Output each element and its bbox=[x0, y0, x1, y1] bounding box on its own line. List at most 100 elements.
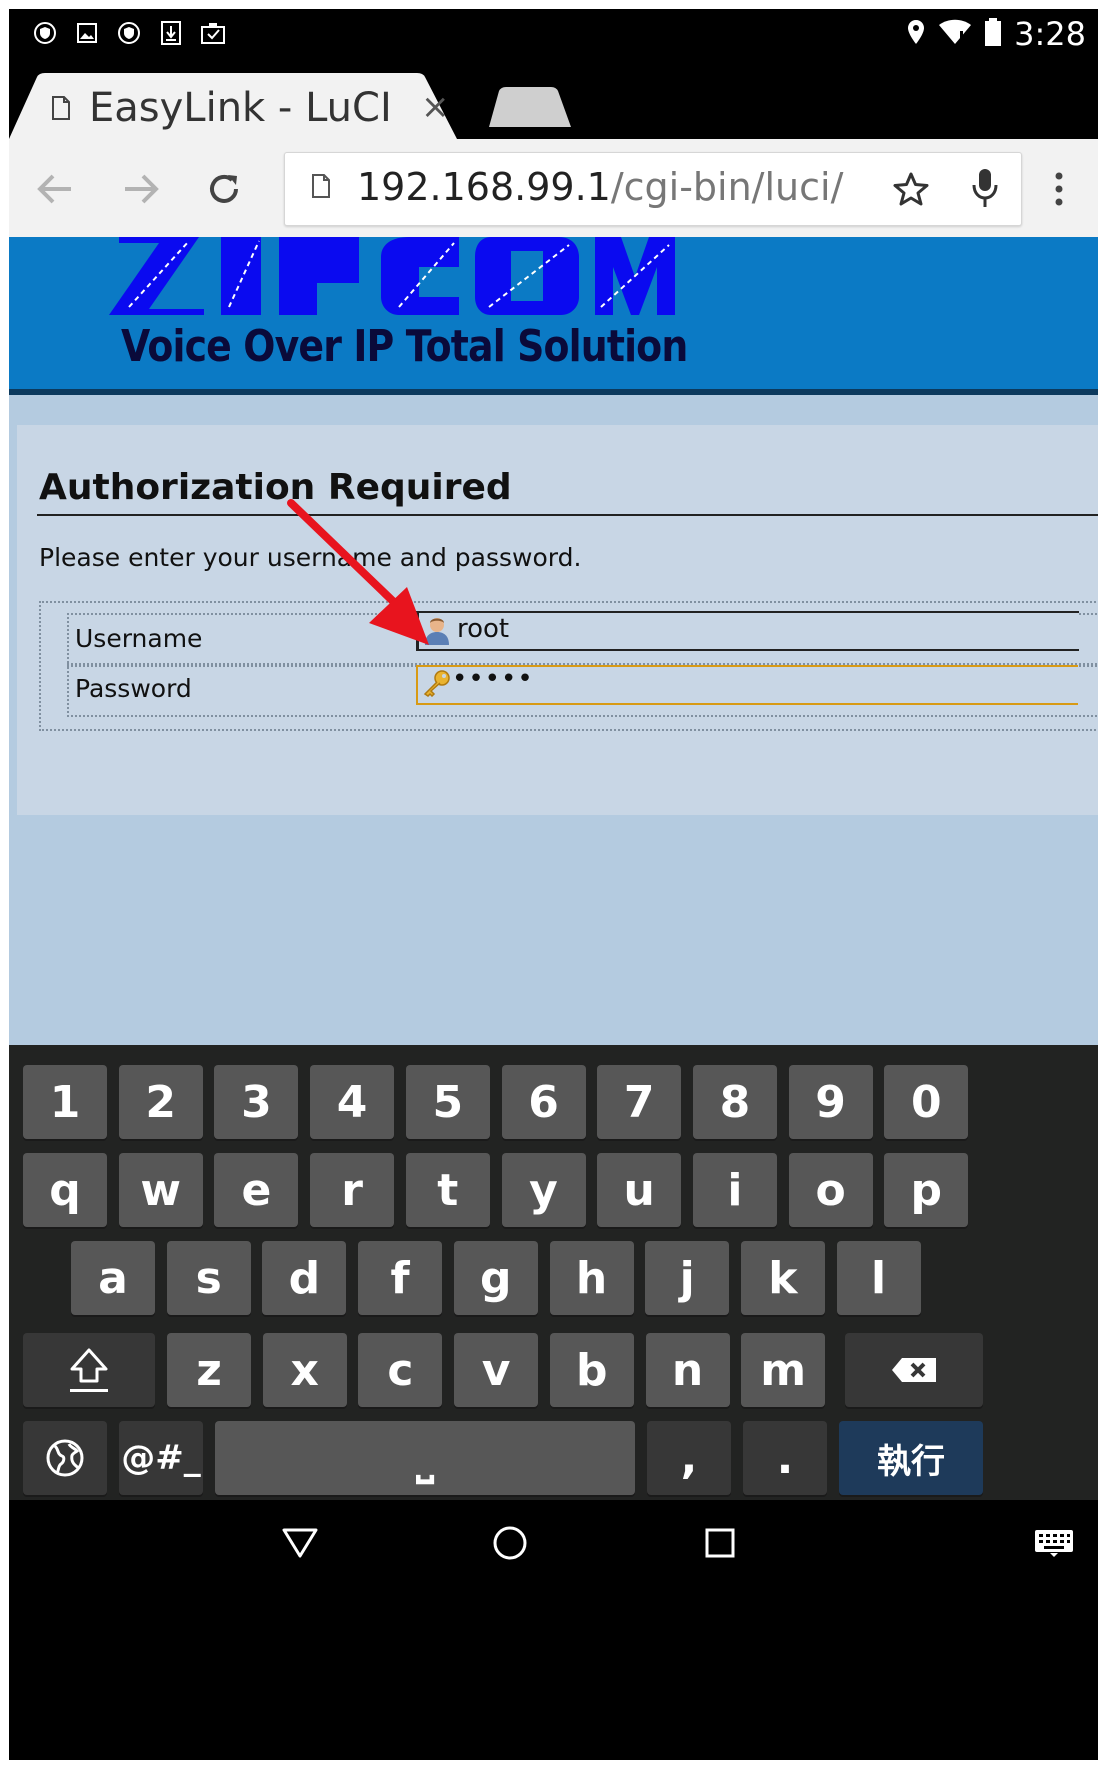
back-button[interactable] bbox=[25, 159, 85, 219]
bookmark-star-icon[interactable] bbox=[893, 171, 929, 211]
title-divider bbox=[37, 514, 1098, 516]
forward-button[interactable] bbox=[111, 159, 171, 219]
key-0[interactable]: 0 bbox=[884, 1065, 969, 1139]
web-page: Voice Over IP Total Solution Authorizati… bbox=[9, 237, 1098, 1169]
key-7[interactable]: 7 bbox=[597, 1065, 682, 1139]
key-1[interactable]: 1 bbox=[23, 1065, 107, 1139]
key-label: o bbox=[815, 1164, 846, 1216]
tab-close-icon[interactable]: × bbox=[421, 87, 450, 127]
key-x[interactable]: x bbox=[262, 1333, 347, 1407]
key-n[interactable]: n bbox=[645, 1333, 730, 1407]
period-key[interactable]: . bbox=[743, 1421, 827, 1495]
key-label: s bbox=[195, 1252, 222, 1304]
url-bar[interactable]: 192.168.99.1/cgi-bin/luci/ bbox=[284, 152, 1022, 226]
password-field[interactable]: ••••• bbox=[416, 664, 1078, 705]
key-t[interactable]: t bbox=[405, 1153, 490, 1227]
key-5[interactable]: 5 bbox=[405, 1065, 490, 1139]
action-key[interactable]: 執行 bbox=[839, 1421, 983, 1495]
key-i[interactable]: i bbox=[692, 1153, 777, 1227]
annotation-arrow bbox=[287, 499, 429, 645]
back-nav-icon[interactable] bbox=[275, 1518, 325, 1568]
tab-easylink[interactable]: EasyLink - LuCI × bbox=[9, 73, 489, 139]
banner-tagline: Voice Over IP Total Solution bbox=[121, 321, 688, 372]
symbols-key[interactable]: @#_ bbox=[119, 1421, 203, 1495]
comma-key-label: , bbox=[680, 1432, 698, 1484]
url-text: 192.168.99.1/cgi-bin/luci/ bbox=[357, 165, 843, 209]
username-field[interactable]: root bbox=[416, 611, 1079, 651]
key-label: x bbox=[290, 1344, 319, 1396]
key-m[interactable]: m bbox=[741, 1333, 826, 1407]
shield-icon bbox=[115, 19, 143, 47]
key-g[interactable]: g bbox=[453, 1241, 538, 1315]
key-6[interactable]: 6 bbox=[501, 1065, 586, 1139]
device-screen: 3:28 EasyLink - LuCI × 192.168.99.1/cgi-… bbox=[9, 9, 1098, 1760]
key-y[interactable]: y bbox=[501, 1153, 586, 1227]
period-key-label: . bbox=[776, 1432, 794, 1484]
battery-icon bbox=[984, 18, 1002, 50]
status-bar: 3:28 bbox=[9, 9, 1098, 63]
wifi-icon bbox=[938, 19, 972, 49]
key-label: g bbox=[480, 1252, 512, 1304]
key-r[interactable]: r bbox=[310, 1153, 395, 1227]
clipboard-icon bbox=[199, 19, 227, 47]
key-j[interactable]: j bbox=[645, 1241, 730, 1315]
key-c[interactable]: c bbox=[358, 1333, 443, 1407]
space-key[interactable]: ⎵ bbox=[215, 1421, 635, 1495]
key-h[interactable]: h bbox=[549, 1241, 634, 1315]
key-v[interactable]: v bbox=[454, 1333, 539, 1407]
key-label: d bbox=[288, 1252, 321, 1304]
key-e[interactable]: e bbox=[214, 1153, 299, 1227]
username-value: root bbox=[457, 614, 510, 644]
key-u[interactable]: u bbox=[597, 1153, 682, 1227]
key-s[interactable]: s bbox=[166, 1241, 251, 1315]
symbols-key-label: @#_ bbox=[121, 1438, 201, 1478]
key-label: 3 bbox=[241, 1076, 272, 1128]
banner: Voice Over IP Total Solution bbox=[9, 237, 1098, 395]
download-icon bbox=[157, 19, 185, 47]
brand-logo bbox=[109, 237, 675, 315]
key-label: a bbox=[98, 1252, 128, 1304]
url-host: 192.168.99.1 bbox=[357, 165, 611, 209]
key-p[interactable]: p bbox=[884, 1153, 969, 1227]
key-8[interactable]: 8 bbox=[692, 1065, 777, 1139]
key-o[interactable]: o bbox=[788, 1153, 873, 1227]
key-k[interactable]: k bbox=[740, 1241, 825, 1315]
key-3[interactable]: 3 bbox=[214, 1065, 299, 1139]
key-2[interactable]: 2 bbox=[118, 1065, 203, 1139]
shift-key[interactable] bbox=[23, 1333, 155, 1407]
key-9[interactable]: 9 bbox=[788, 1065, 873, 1139]
shield-icon bbox=[31, 19, 59, 47]
navigation-bar bbox=[9, 1500, 1098, 1582]
key-d[interactable]: d bbox=[262, 1241, 347, 1315]
globe-key[interactable] bbox=[23, 1421, 107, 1495]
key-4[interactable]: 4 bbox=[310, 1065, 395, 1139]
home-nav-icon[interactable] bbox=[485, 1518, 535, 1568]
key-b[interactable]: b bbox=[549, 1333, 634, 1407]
key-z[interactable]: z bbox=[167, 1333, 251, 1407]
key-w[interactable]: w bbox=[118, 1153, 203, 1227]
password-value: ••••• bbox=[452, 664, 534, 694]
key-q[interactable]: q bbox=[23, 1153, 107, 1227]
key-label: y bbox=[529, 1164, 558, 1216]
keyboard-switch-icon[interactable] bbox=[1029, 1518, 1079, 1568]
key-label: w bbox=[140, 1164, 182, 1216]
key-label: 8 bbox=[719, 1076, 751, 1128]
page-icon bbox=[51, 95, 71, 125]
key-f[interactable]: f bbox=[358, 1241, 443, 1315]
comma-key[interactable]: , bbox=[647, 1421, 731, 1495]
microphone-icon[interactable] bbox=[971, 167, 999, 213]
menu-icon[interactable] bbox=[1029, 159, 1089, 219]
key-icon bbox=[422, 669, 452, 701]
new-tab-button[interactable] bbox=[489, 87, 573, 131]
space-key-label: ⎵ bbox=[416, 1432, 434, 1484]
key-label: n bbox=[671, 1344, 704, 1396]
recents-nav-icon[interactable] bbox=[695, 1518, 745, 1568]
backspace-key[interactable] bbox=[845, 1333, 983, 1407]
image-icon bbox=[73, 19, 101, 47]
status-time: 3:28 bbox=[1014, 15, 1086, 53]
key-a[interactable]: a bbox=[71, 1241, 155, 1315]
key-l[interactable]: l bbox=[836, 1241, 921, 1315]
key-label: f bbox=[390, 1252, 410, 1304]
key-label: l bbox=[871, 1252, 887, 1304]
reload-button[interactable] bbox=[194, 159, 254, 219]
